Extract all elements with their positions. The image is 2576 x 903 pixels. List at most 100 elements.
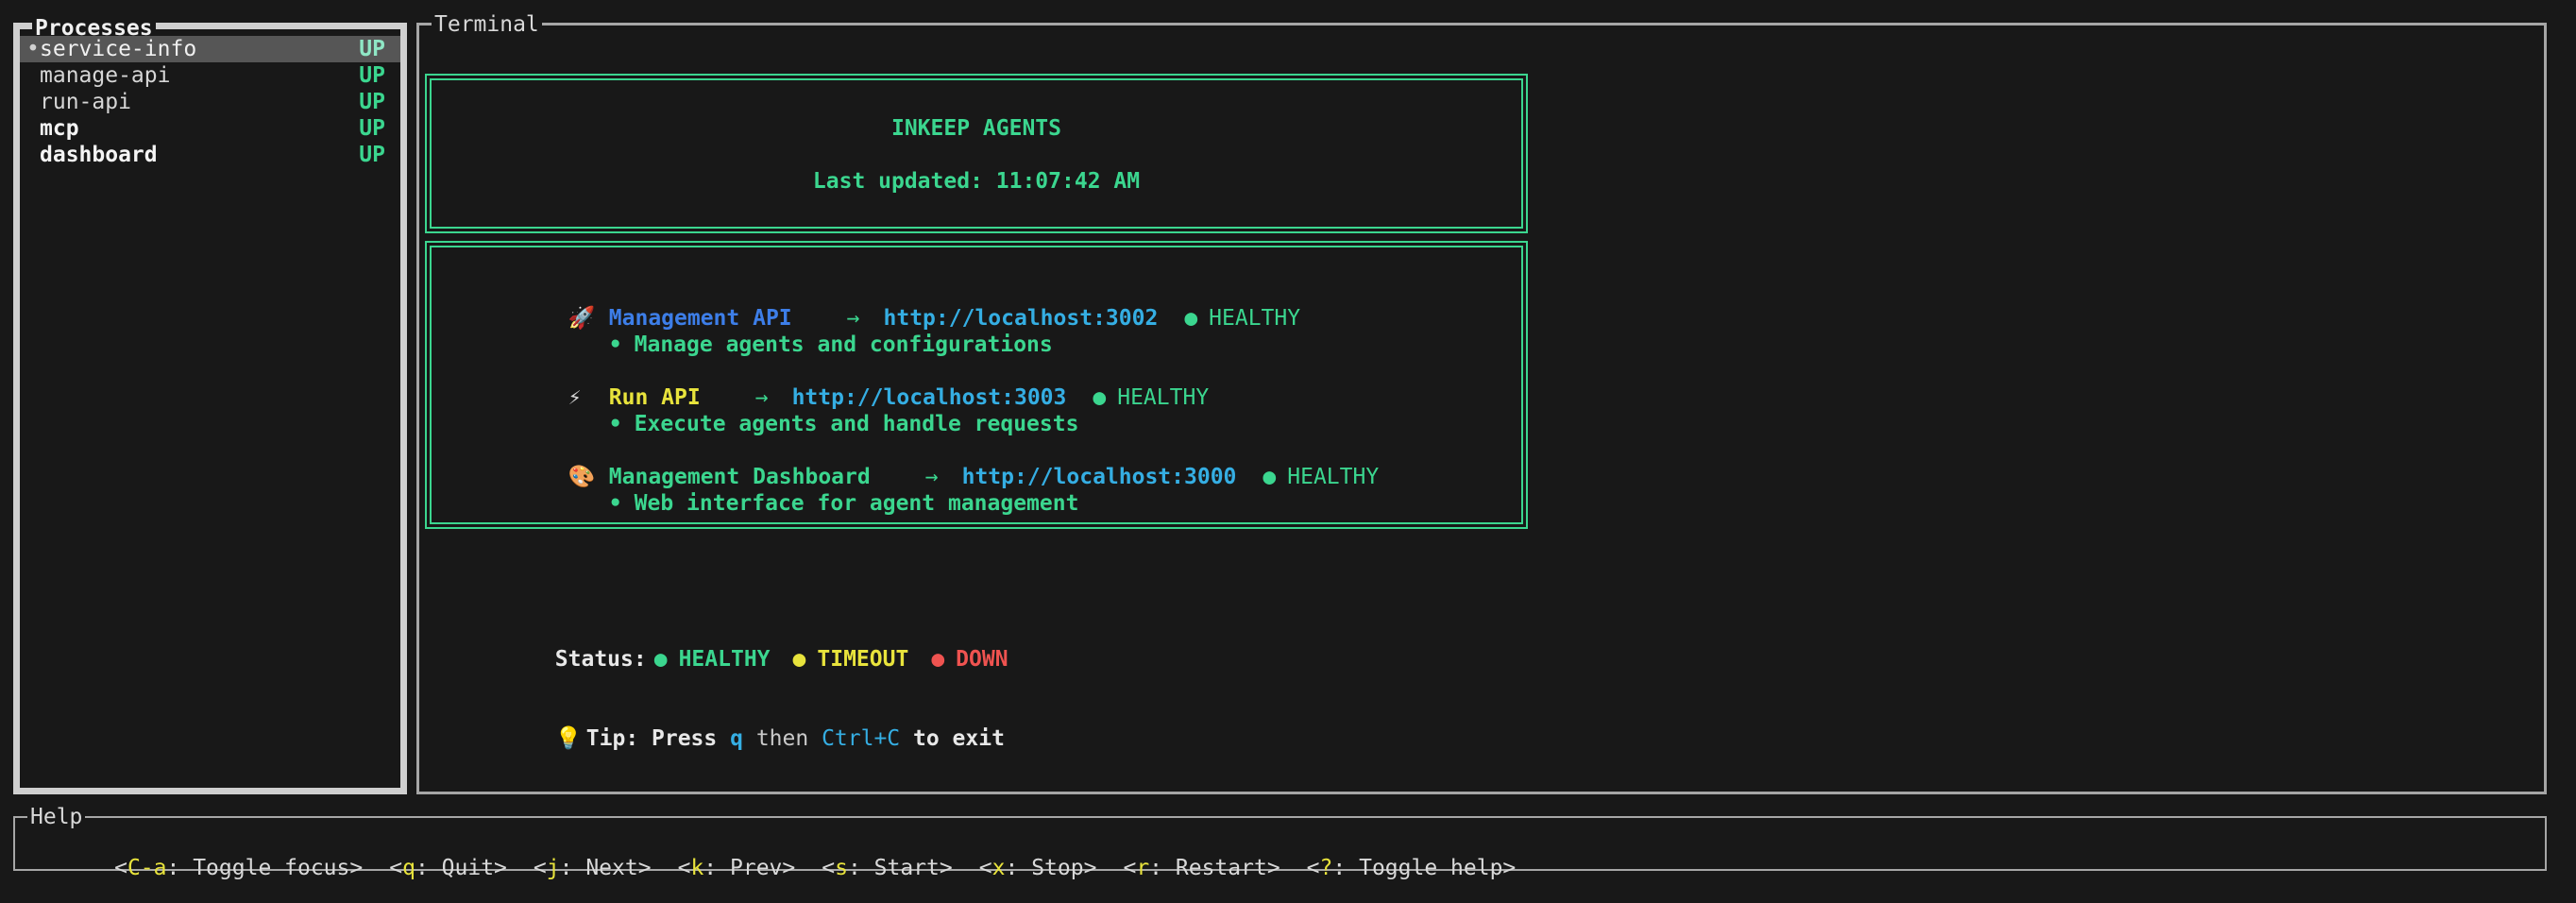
shortcut-desc: Restart <box>1176 856 1267 880</box>
bullet-icon: • <box>609 491 622 516</box>
process-name: mcp <box>40 115 359 142</box>
shortcut-key: s <box>835 856 848 880</box>
tip-text: Tip: Press <box>586 726 730 751</box>
shortcut-next: <j: Next> <box>534 856 652 880</box>
service-url-link[interactable]: http://localhost:3000 <box>962 465 1237 489</box>
process-name: service-info <box>40 36 359 62</box>
bracket: < <box>1307 856 1320 880</box>
terminal-panel: Terminal INKEEP AGENTS Last updated: 11:… <box>416 23 2547 794</box>
shortcut-key: q <box>402 856 415 880</box>
shortcut-key: r <box>1136 856 1149 880</box>
legend-down: ● DOWN <box>931 647 1008 672</box>
shortcut-key: j <box>547 856 560 880</box>
status-dot-icon: ● <box>1093 385 1106 410</box>
shortcut-quit: <q: Quit> <box>389 856 507 880</box>
service-description-text: Execute agents and handle requests <box>635 412 1079 436</box>
bracket: < <box>1123 856 1136 880</box>
service-name: Management API <box>609 306 792 331</box>
service-url-link[interactable]: http://localhost:3003 <box>792 385 1067 410</box>
service-description-text: Manage agents and configurations <box>635 332 1053 357</box>
shortcut-desc: Quit <box>442 856 494 880</box>
process-status-badge: UP <box>359 115 385 142</box>
bullet-icon: • <box>609 412 622 436</box>
separator: : <box>560 856 586 880</box>
status-dot-icon: ● <box>1263 465 1276 489</box>
bracket: > <box>638 856 652 880</box>
agents-header-box: INKEEP AGENTS Last updated: 11:07:42 AM <box>425 74 1528 233</box>
status-legend-label: Status: <box>555 647 647 672</box>
palette-icon: 🎨 <box>568 464 609 490</box>
service-name: Management Dashboard <box>609 465 871 489</box>
rocket-icon: 🚀 <box>568 305 609 332</box>
services-box: 🚀Management API → http://localhost:3002 ● HE… <box>425 241 1528 529</box>
status-dot-icon: ● <box>1184 306 1197 331</box>
process-name: run-api <box>40 89 359 115</box>
separator: : <box>1006 856 1032 880</box>
separator: : <box>167 856 194 880</box>
separator: : <box>1332 856 1359 880</box>
bracket: > <box>940 856 953 880</box>
shortcut-toggle-focus: <C-a: Toggle focus> <box>114 856 363 880</box>
status-legend: Status:●HEALTHY●TIMEOUT●DOWN <box>450 620 1008 646</box>
process-row-service-info[interactable]: • service-info UP <box>20 36 400 62</box>
process-row-manage-api[interactable]: manage-api UP <box>20 62 400 89</box>
arrow-icon: → <box>925 465 939 489</box>
arrow-icon: → <box>847 306 860 331</box>
tip-key-q: q <box>730 726 743 751</box>
arrow-icon: → <box>755 385 769 410</box>
service-row-management-api: 🚀Management API→http://localhost:3002●HE… <box>464 279 1521 305</box>
process-status-badge: UP <box>359 36 385 62</box>
spacer <box>432 142 1521 168</box>
help-panel: Help <C-a: Toggle focus><q: Quit><j: Nex… <box>13 816 2547 871</box>
bullet-icon: • <box>609 332 622 357</box>
process-name: dashboard <box>40 142 359 168</box>
bracket: > <box>782 856 795 880</box>
selection-bullet-icon: • <box>26 36 40 62</box>
help-panel-title: Help <box>27 804 85 830</box>
legend-timeout: ●TIMEOUT <box>793 647 909 672</box>
terminal-panel-title: Terminal <box>432 11 542 38</box>
separator: : <box>848 856 874 880</box>
app-root: Processes • service-info UP manage-api U… <box>0 0 2576 903</box>
bracket: < <box>389 856 402 880</box>
bracket: < <box>678 856 691 880</box>
process-status-badge: UP <box>359 142 385 168</box>
bracket: > <box>1267 856 1280 880</box>
shortcut-restart: <r: Restart> <box>1123 856 1280 880</box>
shortcut-toggle-help: <?: Toggle help> <box>1307 856 1517 880</box>
shortcut-prev: <k: Prev> <box>678 856 796 880</box>
legend-healthy: ●HEALTHY <box>654 647 771 672</box>
service-status: HEALTHY <box>1117 385 1209 410</box>
separator: : <box>703 856 730 880</box>
process-status-badge: UP <box>359 89 385 115</box>
lightning-icon: ⚡ <box>568 384 609 411</box>
bracket: > <box>1084 856 1097 880</box>
shortcut-desc: Stop <box>1031 856 1083 880</box>
separator: : <box>415 856 442 880</box>
shortcut-key: ? <box>1320 856 1333 880</box>
shortcut-start: <s: Start> <box>822 856 953 880</box>
bracket: > <box>1502 856 1516 880</box>
process-row-dashboard[interactable]: dashboard UP <box>20 142 400 168</box>
process-name: manage-api <box>40 62 359 89</box>
status-dot-icon: ● <box>931 647 944 672</box>
help-shortcuts: <C-a: Toggle focus><q: Quit><j: Next><k:… <box>36 828 1542 903</box>
legend-label: HEALTHY <box>679 647 771 672</box>
process-row-run-api[interactable]: run-api UP <box>20 89 400 115</box>
shortcut-key: k <box>690 856 703 880</box>
process-row-mcp[interactable]: mcp UP <box>20 115 400 142</box>
last-updated-text: Last updated: 11:07:42 AM <box>432 168 1521 195</box>
service-status: HEALTHY <box>1287 465 1379 489</box>
service-url-link[interactable]: http://localhost:3002 <box>884 306 1159 331</box>
lightbulb-icon: 💡 <box>555 725 586 752</box>
bracket: < <box>979 856 992 880</box>
separator: : <box>1149 856 1176 880</box>
processes-panel: Processes • service-info UP manage-api U… <box>13 23 407 794</box>
process-list: • service-info UP manage-api UP run-api … <box>20 36 400 168</box>
shortcut-key: C-a <box>127 856 167 880</box>
bracket: > <box>349 856 363 880</box>
status-dot-icon: ● <box>793 647 806 672</box>
bracket: < <box>822 856 835 880</box>
legend-label: DOWN <box>956 647 1008 672</box>
shortcut-desc: Toggle help <box>1359 856 1502 880</box>
